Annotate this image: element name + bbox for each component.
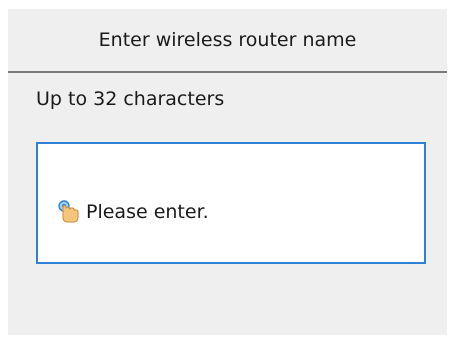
header-divider [8, 71, 447, 73]
character-limit-hint: Up to 32 characters [36, 88, 225, 110]
tap-finger-icon [56, 199, 82, 225]
input-prompt: Please enter. [56, 199, 209, 225]
input-placeholder: Please enter. [86, 201, 209, 223]
router-name-input[interactable]: Please enter. [36, 142, 426, 264]
printer-touch-screen: Enter wireless router name Up to 32 char… [8, 9, 447, 335]
screen-title: Enter wireless router name [98, 29, 357, 51]
